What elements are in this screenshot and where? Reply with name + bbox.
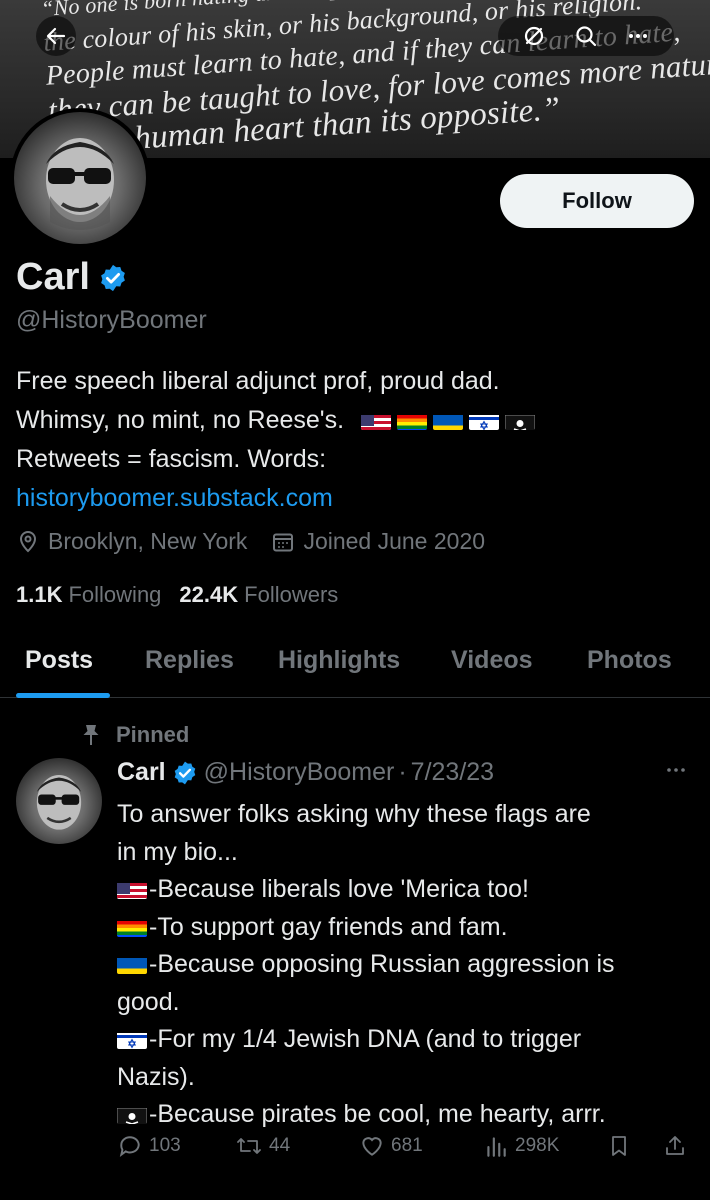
like-count: 681 <box>391 1135 423 1156</box>
reply-icon <box>119 1136 140 1158</box>
pinned-label: Pinned <box>80 722 189 748</box>
rainbow-flag-icon <box>117 916 147 937</box>
post-more-button[interactable] <box>664 760 688 786</box>
verified-badge-icon[interactable] <box>172 760 198 786</box>
bio-line: Whimsy, no mint, no Reese's. <box>16 406 345 434</box>
post-separator: · <box>398 758 407 786</box>
grok-button[interactable] <box>514 16 554 56</box>
ukraine-flag-icon <box>117 953 147 974</box>
pin-icon <box>83 725 99 745</box>
repost-count: 44 <box>269 1135 291 1156</box>
post-line: Nazis). <box>117 1062 195 1091</box>
more-icon <box>667 768 685 772</box>
us-flag-icon <box>117 878 147 899</box>
post-line-flag: -Because opposing Russian aggression is <box>117 946 702 984</box>
following-count: 1.1K <box>16 582 63 607</box>
join-date-text: Joined June 2020 <box>303 528 486 554</box>
post-avatar[interactable] <box>16 758 102 844</box>
profile-tabs: Posts Replies Highlights Videos Photos <box>0 634 710 698</box>
ukraine-flag-icon <box>432 409 463 430</box>
followers-count: 22.4K <box>179 582 239 607</box>
back-button[interactable] <box>36 16 76 56</box>
views-button[interactable]: 298K <box>483 1133 559 1159</box>
post-line: good. <box>117 987 180 1016</box>
post-line: -Because liberals love 'Merica too! <box>149 875 529 903</box>
israel-flag-icon <box>468 409 499 430</box>
israel-flag-icon <box>117 1028 147 1049</box>
reply-count: 103 <box>149 1135 181 1156</box>
bio-line-flags: Whimsy, no mint, no Reese's. <box>16 401 696 440</box>
repost-icon <box>237 1138 261 1154</box>
views-icon <box>487 1137 506 1157</box>
more-button[interactable] <box>618 16 658 56</box>
heart-icon <box>362 1137 382 1156</box>
rainbow-flag-icon <box>396 409 427 430</box>
more-icon <box>629 34 647 38</box>
search-icon <box>576 26 597 47</box>
following-link[interactable]: 1.1K Following <box>16 582 161 608</box>
bookmark-button[interactable] <box>607 1133 637 1159</box>
bio-link[interactable]: historyboomer.substack.com <box>16 479 696 518</box>
location: Brooklyn, New York <box>16 528 247 555</box>
pirate-flag-icon <box>504 409 535 430</box>
followers-link[interactable]: 22.4K Followers <box>179 582 338 608</box>
tab-posts[interactable]: Posts <box>25 646 93 675</box>
views-count: 298K <box>515 1135 560 1156</box>
location-text: Brooklyn, New York <box>48 528 248 554</box>
post-line: -To support gay friends and fam. <box>149 912 508 941</box>
reply-button[interactable]: 103 <box>117 1133 181 1159</box>
avatar-image <box>46 138 114 230</box>
following-label: Following <box>68 582 162 607</box>
profile-meta: Brooklyn, New York Joined June 2020 <box>16 528 509 555</box>
top-action-group <box>498 16 674 56</box>
post-line-flag: -Because liberals love 'Merica too! <box>117 871 702 909</box>
tab-videos[interactable]: Videos <box>451 646 533 675</box>
post-author-handle[interactable]: @HistoryBoomer <box>204 758 395 787</box>
post-line: To answer folks asking why these flags a… <box>117 800 591 828</box>
follow-counts: 1.1K Following 22.4K Followers <box>16 582 356 608</box>
follow-button[interactable]: Follow <box>500 174 694 228</box>
bio-line: Free speech liberal adjunct prof, proud … <box>16 367 500 395</box>
pinned-text: Pinned <box>116 722 190 747</box>
bookmark-icon <box>612 1136 626 1156</box>
active-tab-indicator <box>16 693 110 698</box>
us-flag-icon <box>360 409 391 430</box>
profile-name: Carl <box>16 256 90 298</box>
post-line-flag: -For my 1/4 Jewish DNA (and to trigger <box>117 1021 702 1059</box>
avatar-image <box>36 774 82 830</box>
share-icon <box>666 1136 684 1155</box>
profile-name-row: Carl <box>16 256 128 299</box>
search-button[interactable] <box>566 16 606 56</box>
post-line-flag: -To support gay friends and fam. <box>117 909 702 947</box>
tab-replies[interactable]: Replies <box>145 646 234 675</box>
post-header: Carl @HistoryBoomer · 7/23/23 <box>117 758 494 787</box>
calendar-icon <box>273 533 294 551</box>
join-date: Joined June 2020 <box>271 528 485 555</box>
share-button[interactable] <box>663 1133 693 1159</box>
profile-bio: Free speech liberal adjunct prof, proud … <box>16 362 696 518</box>
tab-photos[interactable]: Photos <box>587 646 672 675</box>
grok-icon <box>524 26 544 46</box>
followers-label: Followers <box>244 582 339 607</box>
post-line: in my bio... <box>117 837 238 866</box>
pirate-flag-icon <box>117 1103 147 1124</box>
profile-avatar[interactable] <box>10 108 150 248</box>
post-date[interactable]: 7/23/23 <box>411 758 494 787</box>
post-line-flag: -Because pirates be cool, me hearty, arr… <box>117 1096 702 1134</box>
post-line: -For my 1/4 Jewish DNA (and to trigger <box>149 1025 582 1053</box>
location-pin-icon <box>19 530 37 552</box>
like-button[interactable]: 681 <box>359 1133 423 1159</box>
profile-handle: @HistoryBoomer <box>16 306 207 334</box>
post-line: -Because opposing Russian aggression is <box>149 950 615 978</box>
post-author-name[interactable]: Carl <box>117 758 166 787</box>
post-line: -Because pirates be cool, me hearty, arr… <box>149 1100 606 1128</box>
arrow-left-icon <box>46 27 66 45</box>
post-text: To answer folks asking why these flags a… <box>117 796 702 1134</box>
tab-highlights[interactable]: Highlights <box>278 646 400 675</box>
verified-badge-icon[interactable] <box>98 263 128 293</box>
bio-line: Retweets = fascism. Words: <box>16 445 327 473</box>
repost-button[interactable]: 44 <box>235 1133 290 1159</box>
